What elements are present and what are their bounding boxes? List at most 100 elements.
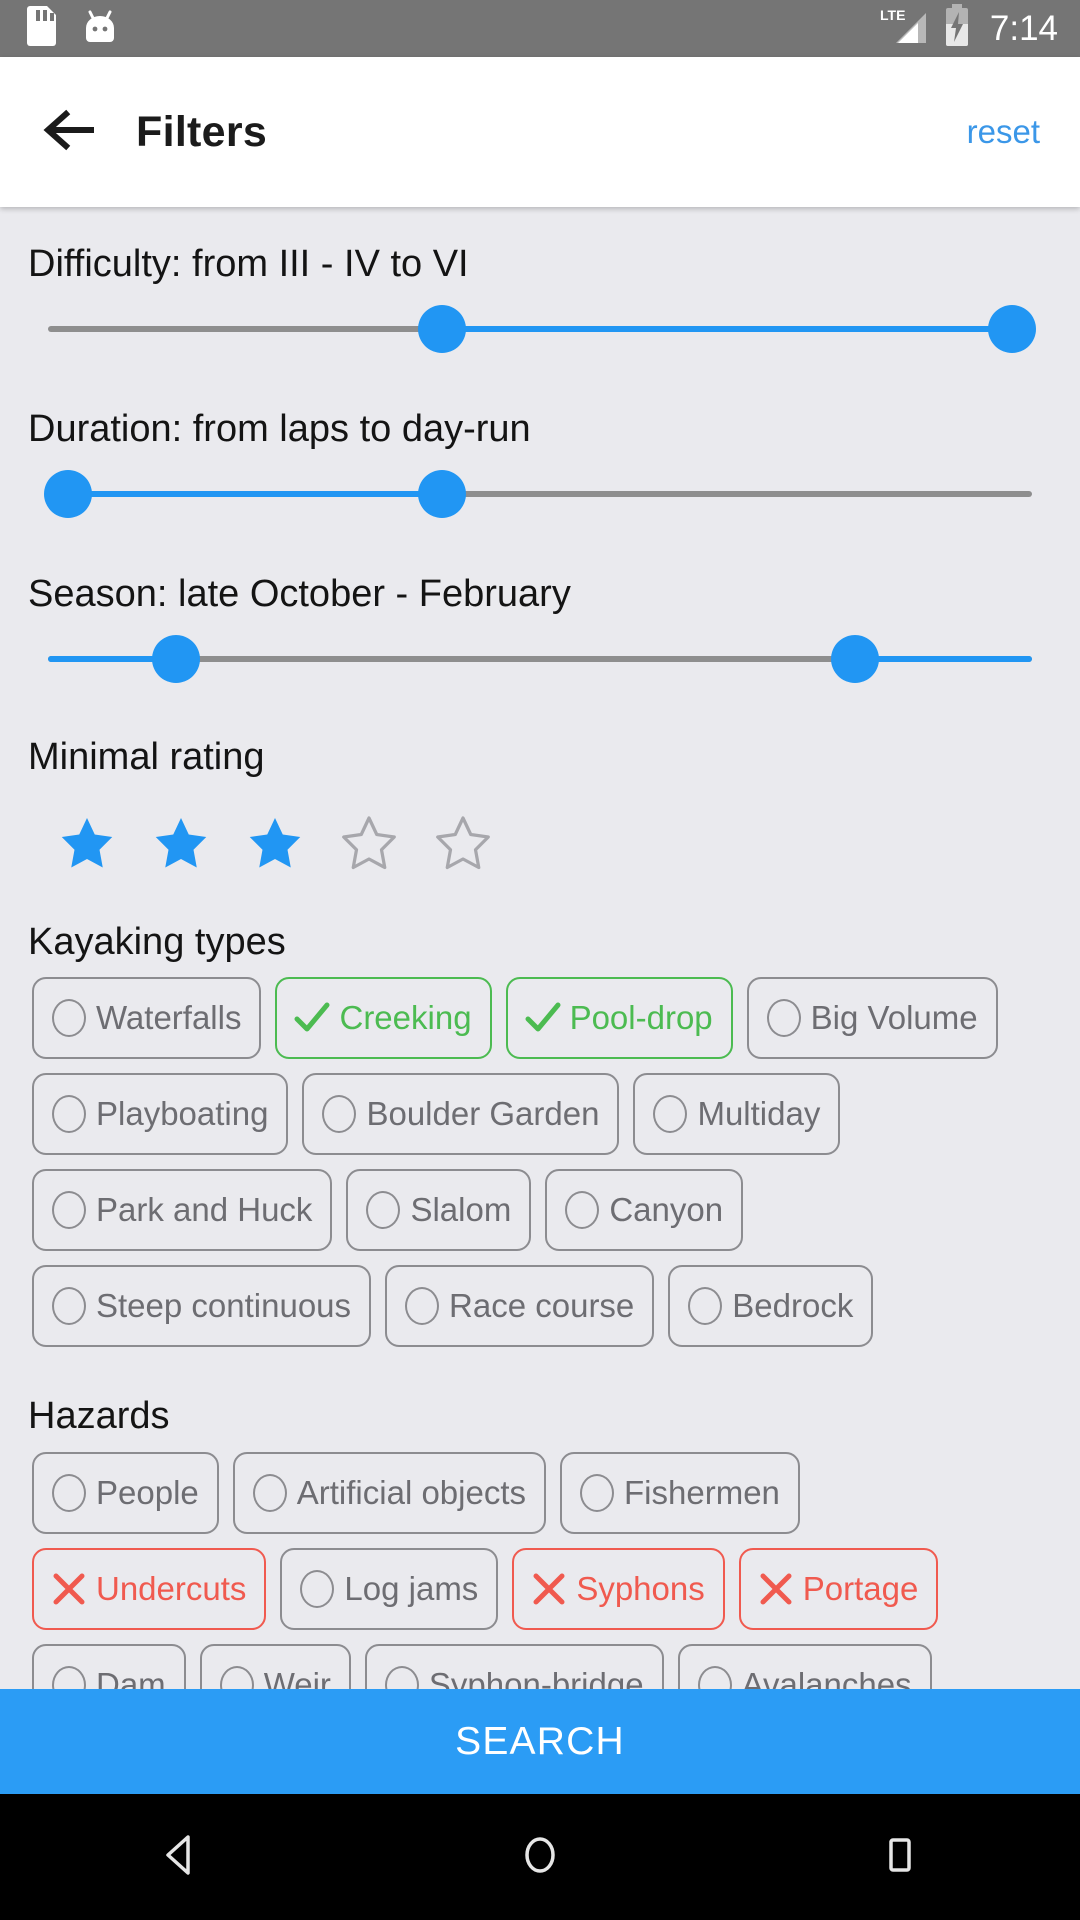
chip-label: Canyon <box>609 1191 724 1229</box>
slider-range-fill <box>441 326 1013 332</box>
battery-charging-icon <box>944 4 970 53</box>
nav-home-button[interactable] <box>480 1794 600 1920</box>
hazard-chip[interactable]: People <box>32 1451 219 1534</box>
chip-label: Portage <box>802 1569 919 1607</box>
slider-thumb-high[interactable] <box>988 305 1037 353</box>
difficulty-label: Difficulty: from III - IV to VI <box>28 243 469 285</box>
unchecked-circle-icon <box>576 1472 618 1514</box>
unchecked-circle-icon <box>694 1664 736 1689</box>
hazard-chip[interactable]: Syphon-bridge <box>364 1643 664 1689</box>
slider-range-fill <box>67 491 442 497</box>
chip-label: Waterfalls <box>96 999 242 1037</box>
kayaking-type-chip[interactable]: Bedrock <box>668 1265 874 1348</box>
unchecked-circle-icon <box>249 1472 291 1514</box>
hazard-chip[interactable]: Syphons <box>512 1547 725 1630</box>
unchecked-circle-icon <box>561 1189 603 1231</box>
unchecked-circle-icon <box>401 1285 443 1327</box>
chip-row: People Artificial objects Fishermen <box>28 1451 1052 1534</box>
kayaking-types-chip-group: Waterfalls Creeking Pool-drop Big Volume Pla… <box>28 969 1052 1348</box>
hazard-chip[interactable]: Weir <box>199 1643 351 1689</box>
difficulty-range-slider[interactable] <box>48 286 1037 372</box>
hazards-chip-group: People Artificial objects Fishermen Undercu… <box>28 1444 1052 1689</box>
season-range-slider[interactable] <box>48 616 1032 702</box>
chip-row: Waterfalls Creeking Pool-drop Big Volume <box>28 977 1052 1060</box>
filters-content: Difficulty: from III - IV to VI Duration… <box>0 207 1080 1689</box>
chip-label: Slalom <box>410 1191 512 1229</box>
status-bar-clock: 7:14 <box>989 8 1058 48</box>
check-icon <box>522 997 564 1039</box>
hazard-chip[interactable]: Fishermen <box>560 1451 800 1534</box>
rating-star-2[interactable] <box>134 801 228 887</box>
kayaking-type-chip[interactable]: Big Volume <box>746 977 998 1060</box>
kayaking-type-chip[interactable]: Steep continuous <box>32 1265 372 1348</box>
kayaking-type-chip[interactable]: Multiday <box>633 1073 841 1156</box>
unchecked-circle-icon <box>48 1285 90 1327</box>
search-button[interactable]: SEARCH <box>0 1689 1080 1794</box>
hazard-chip[interactable]: Log jams <box>280 1547 499 1630</box>
page-title: Filters <box>136 107 268 156</box>
back-button[interactable] <box>34 96 106 168</box>
chip-label: Creeking <box>339 999 472 1037</box>
nav-back-button[interactable] <box>120 1794 240 1920</box>
chip-label: Big Volume <box>810 999 978 1037</box>
kayaking-type-chip[interactable]: Waterfalls <box>32 977 262 1060</box>
hazard-chip[interactable]: Undercuts <box>32 1547 267 1630</box>
cross-icon <box>755 1568 797 1610</box>
chip-label: People <box>96 1473 199 1511</box>
rating-star-row[interactable] <box>28 785 1052 887</box>
svg-text:LTE: LTE <box>880 7 905 23</box>
minimal-rating-label: Minimal rating <box>28 736 265 778</box>
chip-label: Race course <box>449 1287 635 1325</box>
rating-star-1[interactable] <box>40 801 134 887</box>
chip-label: Dam <box>96 1665 166 1689</box>
rating-star-5[interactable] <box>416 801 510 887</box>
kayaking-type-chip[interactable]: Boulder Garden <box>302 1073 620 1156</box>
kayaking-type-chip[interactable]: Race course <box>385 1265 655 1348</box>
chip-row: Undercuts Log jams Syphons Portage <box>28 1547 1052 1630</box>
chip-label: Steep continuous <box>96 1287 352 1325</box>
unchecked-circle-icon <box>763 997 805 1039</box>
rating-star-3[interactable] <box>228 801 322 887</box>
duration-range-slider[interactable] <box>43 451 1032 537</box>
hazard-chip[interactable]: Portage <box>738 1547 939 1630</box>
slider-thumb-high[interactable] <box>830 635 879 683</box>
hazards-label: Hazards <box>28 1395 170 1438</box>
phone-screen: LTE 7:14 Filters reset Difficulty: from … <box>0 0 1080 1920</box>
chip-row: Park and Huck Slalom Canyon <box>28 1169 1052 1252</box>
status-bar-right-icons: LTE 7:14 <box>878 4 1058 53</box>
unchecked-circle-icon <box>48 1093 90 1135</box>
hazard-chip[interactable]: Artificial objects <box>232 1451 547 1534</box>
season-label: Season: late October - February <box>28 573 571 615</box>
reset-button[interactable]: reset <box>967 113 1046 151</box>
slider-range-fill-right <box>854 656 1032 662</box>
slider-thumb-high[interactable] <box>417 470 466 518</box>
rating-star-4[interactable] <box>322 801 416 887</box>
check-icon <box>291 997 333 1039</box>
chip-label: Weir <box>263 1665 331 1689</box>
unchecked-circle-icon <box>48 1664 90 1689</box>
unchecked-circle-icon <box>362 1189 404 1231</box>
status-bar: LTE 7:14 <box>0 0 1080 57</box>
nav-recents-button[interactable] <box>840 1794 960 1920</box>
lte-signal-icon: LTE <box>878 5 930 52</box>
chip-label: Syphon-bridge <box>428 1665 644 1689</box>
android-navigation-bar <box>0 1794 1080 1920</box>
chip-label: Multiday <box>697 1095 821 1133</box>
kayaking-type-chip[interactable]: Slalom <box>346 1169 532 1252</box>
kayaking-type-chip[interactable]: Creeking <box>275 977 492 1060</box>
unchecked-circle-icon <box>48 1189 90 1231</box>
unchecked-circle-icon <box>318 1093 360 1135</box>
kayaking-type-chip[interactable]: Pool-drop <box>505 977 733 1060</box>
chip-label: Artificial objects <box>296 1473 527 1511</box>
hazard-chip[interactable]: Avalanches <box>677 1643 932 1689</box>
kayaking-type-chip[interactable]: Park and Huck <box>32 1169 333 1252</box>
slider-thumb-low[interactable] <box>151 635 200 683</box>
slider-thumb-low[interactable] <box>417 305 466 353</box>
unchecked-circle-icon <box>48 1472 90 1514</box>
chip-row: Playboating Boulder Garden Multiday <box>28 1073 1052 1156</box>
hazard-chip[interactable]: Dam <box>32 1643 186 1689</box>
unchecked-circle-icon <box>48 997 90 1039</box>
kayaking-type-chip[interactable]: Canyon <box>545 1169 744 1252</box>
slider-thumb-low[interactable] <box>43 470 92 518</box>
kayaking-type-chip[interactable]: Playboating <box>32 1073 289 1156</box>
